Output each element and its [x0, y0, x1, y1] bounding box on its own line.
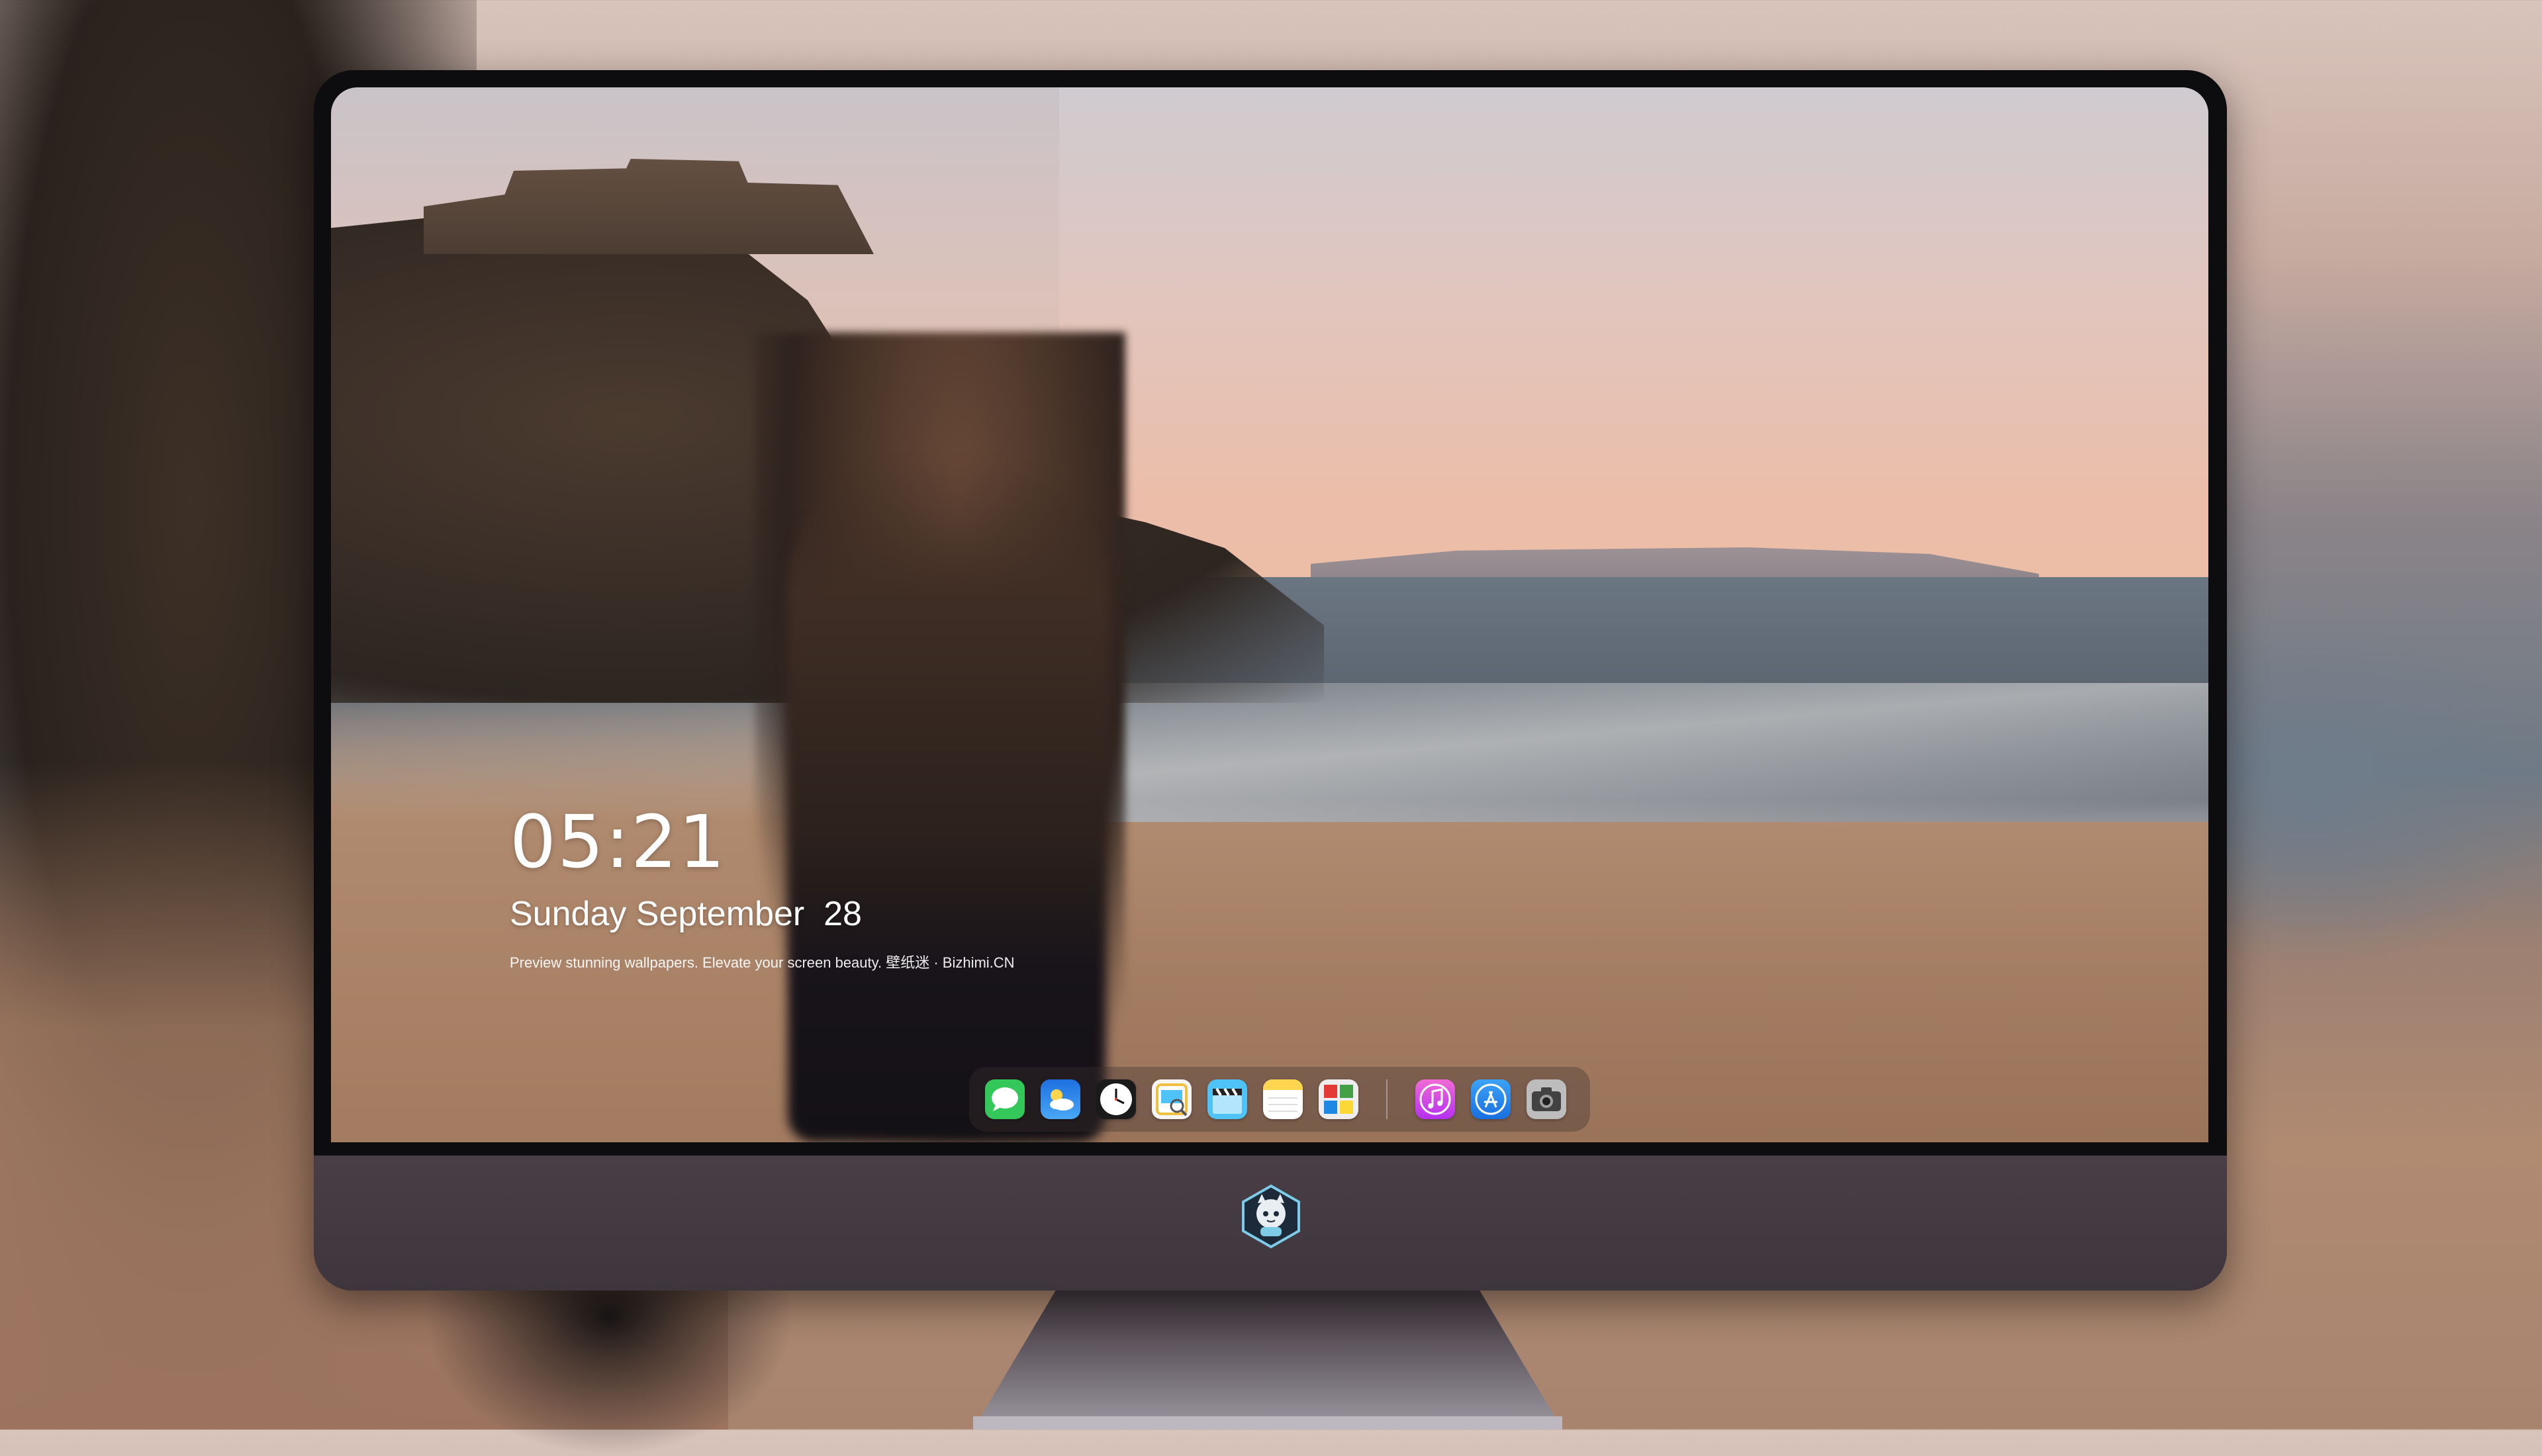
photo-grid-icon[interactable]: [1319, 1079, 1358, 1119]
mascot-logo-icon: [1238, 1183, 1304, 1250]
app-store-icon[interactable]: [1471, 1079, 1511, 1119]
imac-monitor: 05:21 Sunday September 28 Preview stunni…: [314, 70, 2227, 1291]
monitor-stand-base: [973, 1416, 1562, 1430]
music-note-icon[interactable]: [1415, 1079, 1455, 1119]
preview-icon[interactable]: [1152, 1079, 1192, 1119]
monitor-stand: [973, 1291, 1562, 1430]
camera-icon[interactable]: [1527, 1079, 1566, 1119]
wallpaper-fort: [424, 159, 874, 254]
messages-icon[interactable]: [985, 1079, 1025, 1119]
dock: [969, 1067, 1590, 1132]
lock-info: 05:21 Sunday September 28 Preview stunni…: [510, 805, 1015, 972]
wallpaper-caption: Preview stunning wallpapers. Elevate you…: [510, 954, 1015, 971]
notes-icon[interactable]: [1263, 1079, 1303, 1119]
lock-date: Sunday September 28: [510, 895, 862, 933]
screen-bezel-bottom: [314, 1142, 2227, 1156]
wallpaper-person-body: [788, 458, 1106, 1142]
clapperboard-icon[interactable]: [1207, 1079, 1247, 1119]
clock-icon[interactable]: [1096, 1079, 1136, 1119]
lock-screen: 05:21 Sunday September 28 Preview stunni…: [331, 87, 2208, 1142]
lock-clock: 05:21: [510, 799, 727, 884]
wallpaper-sky: [1059, 87, 2208, 590]
dock-separator: [1386, 1079, 1388, 1119]
weather-icon[interactable]: [1041, 1079, 1080, 1119]
